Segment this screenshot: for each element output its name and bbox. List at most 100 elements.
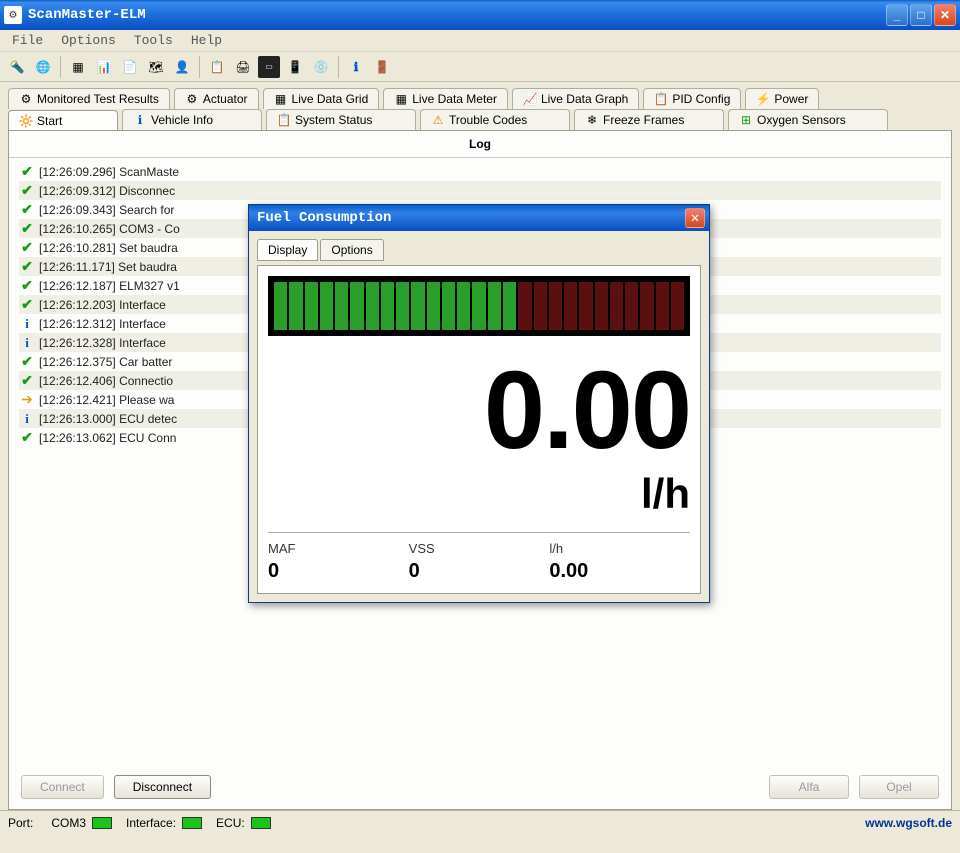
- sub-lh-label: l/h: [549, 541, 690, 556]
- tool-globe-icon[interactable]: 🌐: [32, 56, 54, 78]
- tab-power[interactable]: ⚡Power: [745, 88, 819, 109]
- tool-map-icon[interactable]: 🗺: [145, 56, 167, 78]
- menu-file[interactable]: File: [4, 31, 51, 50]
- log-text: [12:26:12.421] Please wa: [39, 393, 174, 407]
- bar-red: [564, 282, 577, 330]
- tab-label: PID Config: [672, 92, 730, 106]
- tool-device-icon[interactable]: 📱: [284, 56, 306, 78]
- bar-red: [518, 282, 531, 330]
- connect-button[interactable]: Connect: [21, 775, 104, 799]
- bar-green: [381, 282, 394, 330]
- meter-icon: ▦: [394, 92, 408, 106]
- bar-green: [472, 282, 485, 330]
- check-icon: ✔: [19, 239, 35, 256]
- info-icon: ℹ: [133, 113, 147, 127]
- tool-user-icon[interactable]: 👤: [171, 56, 193, 78]
- tool-chart-icon[interactable]: 📊: [93, 56, 115, 78]
- dialog-tab-display[interactable]: Display: [257, 239, 318, 261]
- menu-options[interactable]: Options: [53, 31, 124, 50]
- toolbar: 🔦 🌐 ▦ 📊 📄 🗺 👤 📋 🖨 ▭ 📱 💿 ℹ 🚪: [0, 52, 960, 82]
- tab-label: Live Data Grid: [292, 92, 369, 106]
- log-text: [12:26:12.328] Interface: [39, 336, 166, 350]
- status-ecu-label: ECU:: [216, 816, 245, 830]
- status-port-value: COM3: [51, 816, 86, 830]
- dialog-tabs: Display Options: [257, 239, 701, 261]
- check-icon: ✔: [19, 258, 35, 275]
- close-button[interactable]: ✕: [934, 4, 956, 26]
- log-text: [12:26:12.187] ELM327 v1: [39, 279, 180, 293]
- minimize-button[interactable]: _: [886, 4, 908, 26]
- tab-trouble-codes[interactable]: ⚠Trouble Codes: [420, 109, 570, 130]
- freeze-icon: ❄: [585, 113, 599, 127]
- maximize-button[interactable]: □: [910, 4, 932, 26]
- interface-led-icon: [182, 817, 202, 829]
- tab-oxygen-sensors[interactable]: ⊞Oxygen Sensors: [728, 109, 888, 130]
- tab-actuator[interactable]: ⚙Actuator: [174, 88, 259, 109]
- tab-label: System Status: [295, 113, 372, 127]
- menu-tools[interactable]: Tools: [126, 31, 181, 50]
- tool-print-icon[interactable]: 🖨: [232, 56, 254, 78]
- sub-maf-value: 0: [268, 560, 409, 583]
- tab-label: Start: [37, 114, 62, 128]
- tab-monitored-test-results[interactable]: ⚙Monitored Test Results: [8, 88, 170, 109]
- gauge-panel: 0.00 l/h MAF 0 VSS 0 l/h 0.00: [257, 265, 701, 594]
- bar-green: [289, 282, 302, 330]
- disconnect-button[interactable]: Disconnect: [114, 775, 211, 799]
- tab-live-data-graph[interactable]: 📈Live Data Graph: [512, 88, 639, 109]
- alfa-button[interactable]: Alfa: [769, 775, 849, 799]
- log-row: ✔[12:26:09.312] Disconnec: [19, 181, 941, 200]
- sub-vss-value: 0: [409, 560, 550, 583]
- check-icon: ✔: [19, 220, 35, 237]
- info-icon: i: [19, 411, 35, 427]
- window-titlebar: ⚙ ScanMaster-ELM _ □ ✕: [0, 0, 960, 30]
- tool-terminal-icon[interactable]: ▭: [258, 56, 280, 78]
- tab-system-status[interactable]: 📋 System Status: [266, 109, 416, 130]
- tab-label: Live Data Graph: [541, 92, 628, 106]
- bar-red: [595, 282, 608, 330]
- bar-red: [534, 282, 547, 330]
- opel-button[interactable]: Opel: [859, 775, 939, 799]
- tool-disc-icon[interactable]: 💿: [310, 56, 332, 78]
- dialog-titlebar[interactable]: Fuel Consumption ✕: [249, 205, 709, 231]
- tab-start[interactable]: 🔆 Start: [8, 110, 118, 131]
- gauge-sub-row: MAF 0 VSS 0 l/h 0.00: [268, 532, 690, 583]
- tab-label: Oxygen Sensors: [757, 113, 846, 127]
- tab-label: Power: [774, 92, 808, 106]
- menu-help[interactable]: Help: [183, 31, 230, 50]
- status-url[interactable]: www.wgsoft.de: [865, 816, 952, 830]
- tool-report-icon[interactable]: 📄: [119, 56, 141, 78]
- bar-green: [366, 282, 379, 330]
- check-icon: ✔: [19, 277, 35, 294]
- gear-icon: ⚙: [19, 92, 33, 106]
- arrow-icon: ➔: [19, 391, 35, 408]
- tab-pid-config[interactable]: 📋 PID Config: [643, 88, 741, 109]
- check-icon: ✔: [19, 353, 35, 370]
- tool-flashlight-icon[interactable]: 🔦: [6, 56, 28, 78]
- tab-freeze-frames[interactable]: ❄Freeze Frames: [574, 109, 724, 130]
- tool-copy-icon[interactable]: 📋: [206, 56, 228, 78]
- tool-grid-icon[interactable]: ▦: [67, 56, 89, 78]
- check-icon: ✔: [19, 296, 35, 313]
- dialog-close-button[interactable]: ✕: [685, 208, 705, 228]
- log-text: [12:26:09.312] Disconnec: [39, 184, 175, 198]
- sub-vss: VSS 0: [409, 541, 550, 583]
- tab-label: Live Data Meter: [412, 92, 497, 106]
- config-icon: 📋: [654, 92, 668, 106]
- start-icon: 🔆: [19, 114, 33, 128]
- bar-red: [640, 282, 653, 330]
- bar-green: [457, 282, 470, 330]
- dialog-tab-options[interactable]: Options: [320, 239, 383, 261]
- separator: [338, 56, 339, 78]
- bar-green: [274, 282, 287, 330]
- tab-live-data-grid[interactable]: ▦Live Data Grid: [263, 88, 380, 109]
- tab-vehicle-info[interactable]: ℹVehicle Info: [122, 109, 262, 130]
- tool-info-icon[interactable]: ℹ: [345, 56, 367, 78]
- sub-maf: MAF 0: [268, 541, 409, 583]
- tool-exit-icon[interactable]: 🚪: [371, 56, 393, 78]
- tab-live-data-meter[interactable]: ▦ Live Data Meter: [383, 88, 508, 109]
- status-icon: 📋: [277, 113, 291, 127]
- status-interface-label: Interface:: [126, 816, 176, 830]
- bar-red: [549, 282, 562, 330]
- check-icon: ✔: [19, 372, 35, 389]
- log-text: [12:26:11.171] Set baudra: [39, 260, 177, 274]
